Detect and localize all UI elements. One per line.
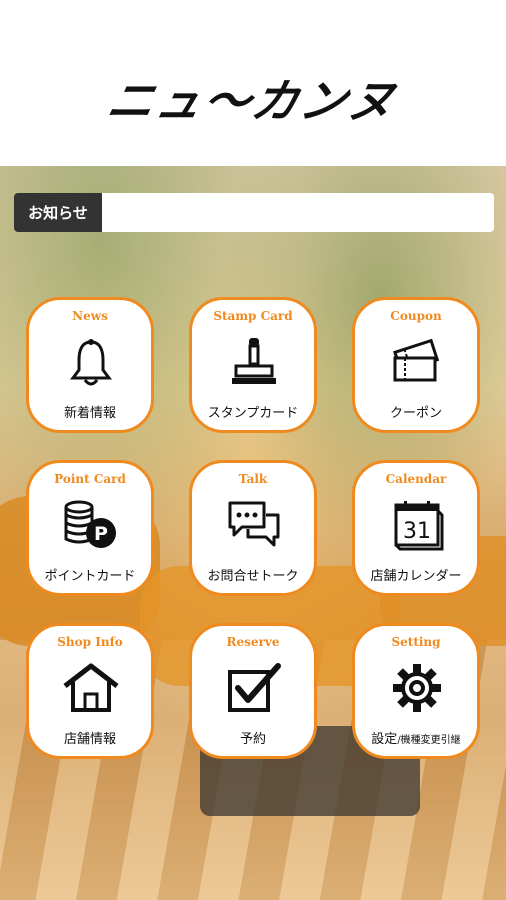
menu-tile-reserve[interactable]: Reserve 予約: [189, 623, 317, 759]
bell-icon: [63, 334, 119, 390]
notice-bar[interactable]: お知らせ: [14, 193, 494, 232]
tile-label: クーポン: [389, 406, 442, 421]
notice-label: お知らせ: [14, 193, 102, 232]
tile-label: 新着情報: [63, 406, 116, 421]
tile-title: News: [72, 309, 108, 323]
stamp-icon: [226, 334, 282, 390]
menu-tile-setting[interactable]: Setting 設定/機種変更引継: [352, 623, 480, 759]
chat-icon: [226, 497, 282, 553]
tile-label: お問合せトーク: [207, 569, 299, 584]
tile-label: 店舗情報: [63, 732, 116, 747]
app-logo: ニュ〜カンヌ: [102, 74, 403, 128]
tile-title: Reserve: [226, 635, 280, 649]
tile-label: 店舗カレンダー: [370, 569, 462, 584]
calendar-icon: 31: [389, 497, 445, 553]
tile-label: スタンプカード: [207, 406, 299, 421]
menu-tile-shop-info[interactable]: Shop Info 店舗情報: [26, 623, 154, 759]
svg-text:P: P: [94, 523, 108, 545]
coins-icon: P: [63, 497, 119, 553]
menu-tile-news[interactable]: News 新着情報: [26, 297, 154, 433]
menu-tile-talk[interactable]: Talk お問合せトーク: [189, 460, 317, 596]
checkbox-icon: [226, 660, 282, 716]
tile-label: 予約: [239, 732, 266, 747]
menu-tile-stamp-card[interactable]: Stamp Card スタンプカード: [189, 297, 317, 433]
menu-tile-point-card[interactable]: Point Card P ポイントカード: [26, 460, 154, 596]
tile-title: Talk: [238, 472, 268, 486]
tile-label: 設定/機種変更引継: [371, 732, 461, 747]
menu-tile-calendar[interactable]: Calendar 31 店舗カレンダー: [352, 460, 480, 596]
tile-title: Shop Info: [57, 635, 123, 649]
tile-title: Setting: [391, 635, 441, 649]
gear-icon: [389, 660, 445, 716]
tile-title: Calendar: [385, 472, 447, 486]
menu-tile-coupon[interactable]: Coupon クーポン: [352, 297, 480, 433]
calendar-day: 31: [403, 519, 431, 544]
tile-title: Stamp Card: [213, 309, 293, 323]
house-icon: [63, 660, 119, 716]
app-header: ニュ〜カンヌ: [0, 0, 506, 166]
tile-title: Coupon: [390, 309, 442, 323]
coupon-icon: [389, 334, 445, 390]
tile-title: Point Card: [54, 472, 126, 486]
tile-label: ポイントカード: [44, 569, 136, 584]
